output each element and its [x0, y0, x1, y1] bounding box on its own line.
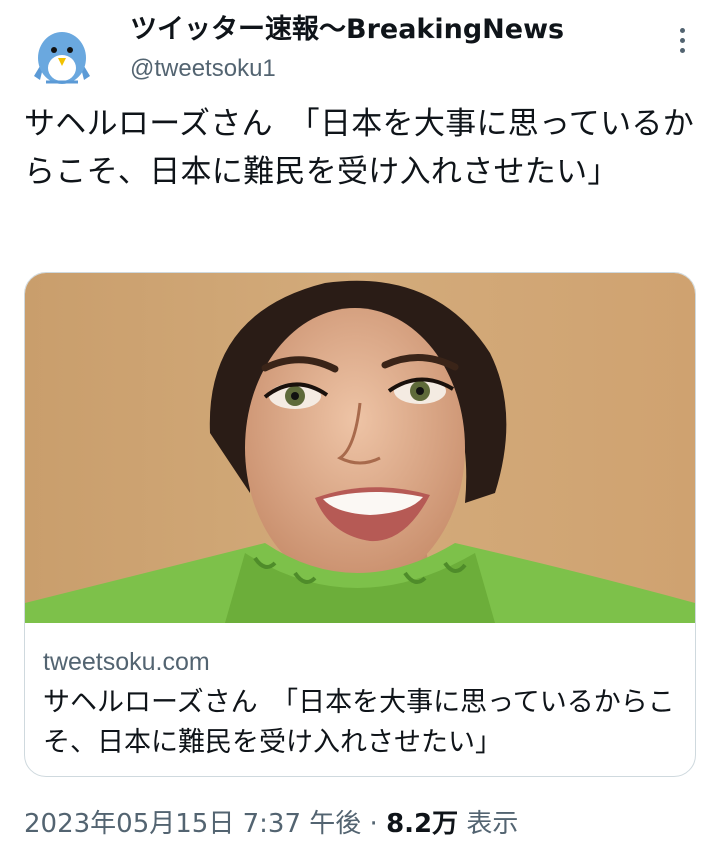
views-label: 表示 — [466, 809, 519, 839]
avatar[interactable] — [24, 16, 100, 92]
tweet-text: サヘルローズさん 「日本を大事に思っているからこそ、日本に難民を受け入れさせたい… — [24, 106, 694, 190]
display-name[interactable]: ツイッター速報〜BreakingNews — [130, 12, 564, 48]
link-card[interactable]: tweetsoku.com サヘルローズさん 「日本を大事に思っているからこそ、… — [24, 272, 696, 777]
bird-avatar-icon — [24, 16, 100, 92]
card-domain[interactable]: tweetsoku.com — [43, 645, 683, 679]
user-handle[interactable]: @tweetsoku1 — [130, 52, 564, 86]
card-image — [25, 273, 695, 623]
more-options-icon[interactable] — [668, 22, 696, 58]
card-title[interactable]: サヘルローズさん 「日本を大事に思っているからこそ、日本に難民を受け入れさせたい… — [43, 683, 683, 763]
tweet-header: ツイッター速報〜BreakingNews @tweetsoku1 — [0, 0, 720, 92]
timestamp[interactable]: 2023年05月15日 7:37 午後 — [24, 809, 361, 839]
views-count: 8.2万 — [386, 809, 459, 839]
tweet-meta: 2023年05月15日 7:37 午後 · 8.2万 表示 — [24, 806, 518, 842]
meta-separator: · — [361, 809, 387, 839]
